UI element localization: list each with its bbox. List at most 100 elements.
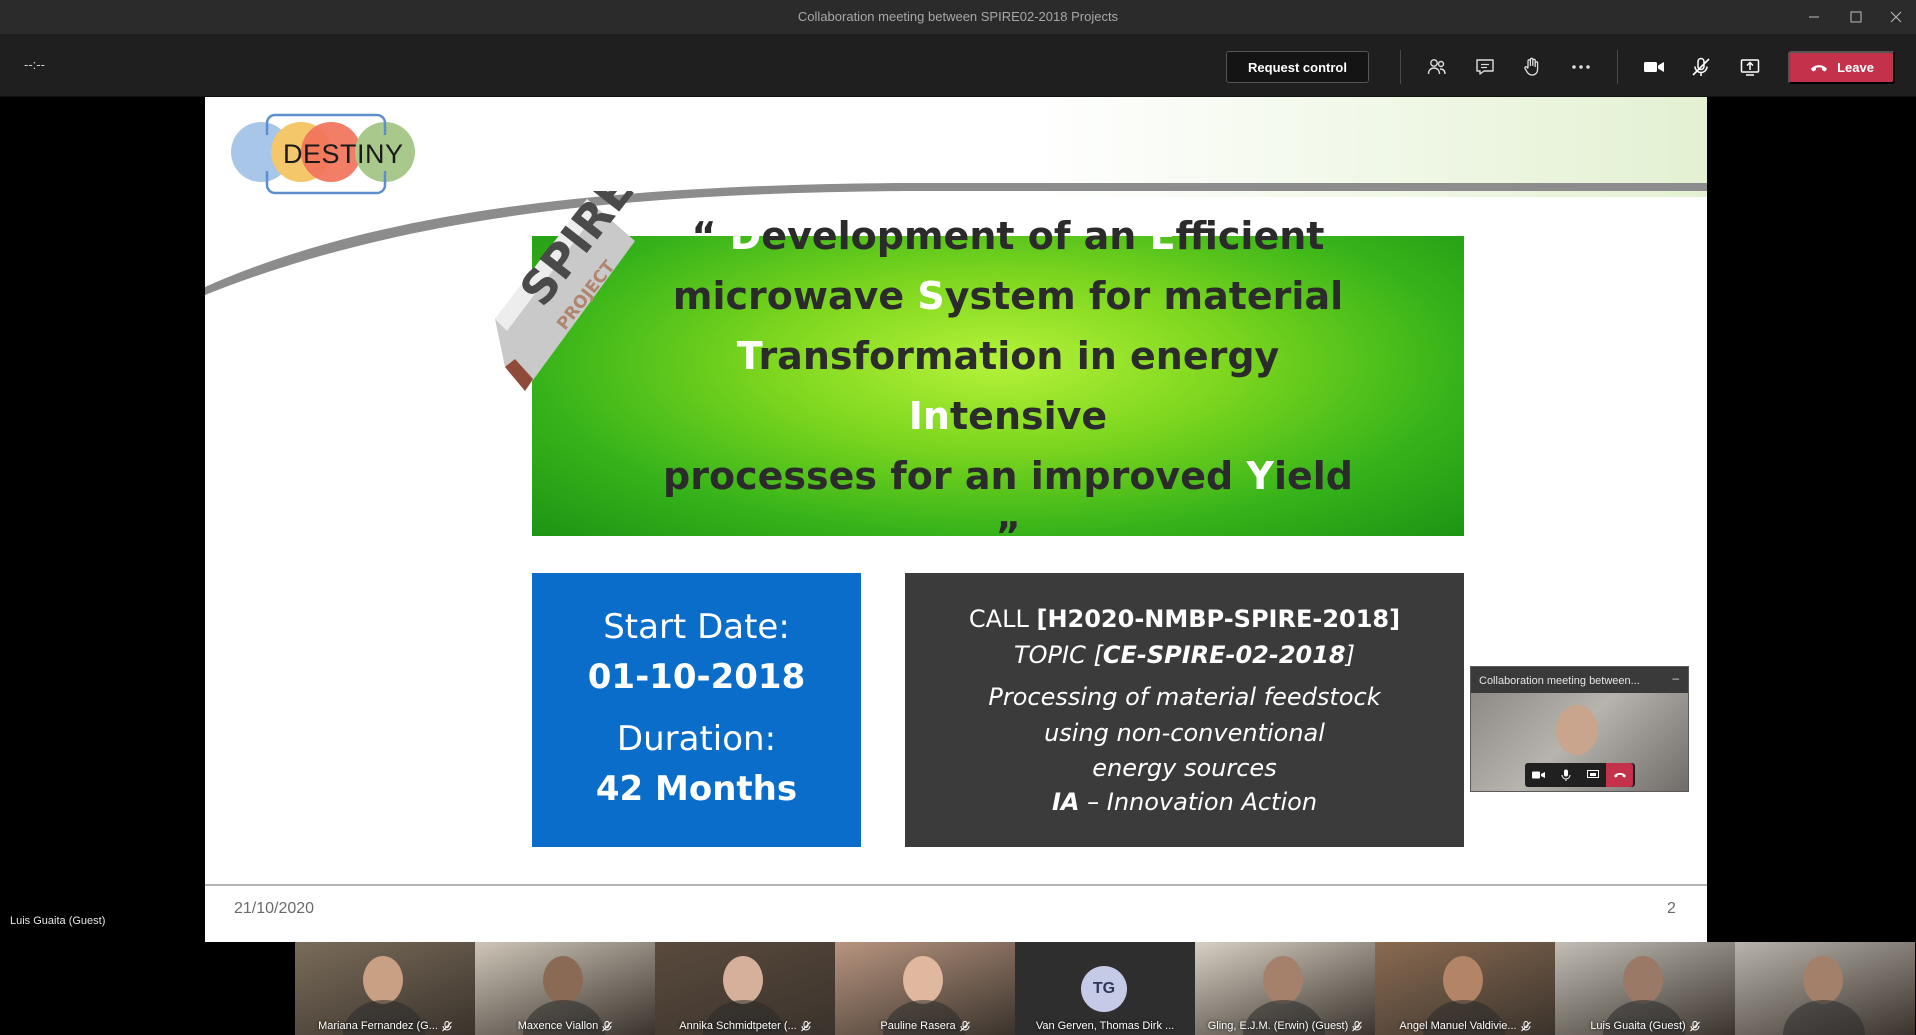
participant-name: Maxence Viallon bbox=[517, 1020, 599, 1032]
participant-tile[interactable]: TG Van Gerven, Thomas Dirk ... bbox=[1015, 942, 1195, 1035]
acronym-letter: Y bbox=[1246, 454, 1274, 498]
participants-icon bbox=[1427, 59, 1446, 75]
meeting-toolbar: --:-- Request control Leave bbox=[0, 34, 1916, 97]
acronym-letter: E bbox=[1149, 214, 1176, 258]
participant-tile[interactable] bbox=[1735, 942, 1915, 1035]
more-actions-button[interactable] bbox=[1567, 53, 1595, 81]
title-text: fficient bbox=[1175, 214, 1325, 258]
participant-name-row: Annika Schmidtpeter (... bbox=[655, 1020, 835, 1032]
mic-muted-icon bbox=[1520, 1020, 1531, 1031]
mic-toggle-button[interactable] bbox=[1687, 53, 1715, 81]
meeting-timer: --:-- bbox=[24, 57, 45, 72]
project-title-box: “ Development of an Efficient microwave S… bbox=[532, 214, 1464, 558]
participant-tile[interactable]: Mariana Fernandez (G... bbox=[295, 942, 475, 1035]
show-participants-button[interactable] bbox=[1423, 53, 1451, 81]
camera-icon bbox=[1531, 771, 1545, 779]
duration-label: Duration: bbox=[616, 719, 777, 759]
slide-page-number: 2 bbox=[1667, 900, 1676, 917]
participant-video bbox=[1803, 956, 1843, 1004]
toolbar-divider bbox=[1400, 50, 1401, 84]
topic-value: CE-SPIRE-02-2018 bbox=[1102, 641, 1346, 669]
description-line-1: Processing of material feedstock bbox=[988, 683, 1381, 711]
hang-up-icon bbox=[1613, 773, 1626, 778]
maximize-button[interactable] bbox=[1836, 0, 1876, 34]
acronym-letter: D bbox=[729, 214, 762, 258]
raise-hand-icon bbox=[1524, 57, 1539, 76]
participant-video bbox=[1623, 956, 1663, 1004]
participant-name: Luis Guaita (Guest) bbox=[1590, 1020, 1686, 1032]
mic-muted-icon bbox=[1692, 57, 1710, 76]
title-text: processes for an improved bbox=[663, 454, 1247, 498]
topic-prefix: TOPIC [ bbox=[1014, 641, 1103, 669]
participant-name: Annika Schmidtpeter (... bbox=[679, 1020, 797, 1032]
participant-avatar: TG bbox=[1081, 966, 1127, 1012]
show-conversation-button[interactable] bbox=[1471, 53, 1499, 81]
participant-tile[interactable]: Angel Manuel Valdivie... bbox=[1375, 942, 1555, 1035]
call-line: CALL [H2020-NMBP-SPIRE-2018] bbox=[905, 605, 1464, 633]
share-tray-button[interactable] bbox=[1736, 53, 1764, 81]
close-icon bbox=[1890, 11, 1902, 23]
participant-tile[interactable]: Gling, E.J.M. (Erwin) (Guest) bbox=[1195, 942, 1375, 1035]
project-title-line: microwave System for material bbox=[648, 266, 1368, 326]
description-line-2: using non-conventional bbox=[1044, 719, 1325, 747]
participant-tile[interactable]: Luis Guaita (Guest) bbox=[1555, 942, 1735, 1035]
participant-name: Mariana Fernandez (G... bbox=[318, 1020, 438, 1032]
leave-button[interactable]: Leave bbox=[1788, 51, 1895, 84]
start-date-label: Start Date: bbox=[603, 607, 790, 647]
raise-hand-button[interactable] bbox=[1518, 53, 1546, 81]
project-title-line: processes for an improved Yield ” bbox=[648, 446, 1368, 566]
mic-icon bbox=[1561, 769, 1570, 781]
start-date-value: 01-10-2018 bbox=[587, 657, 806, 697]
participant-tile[interactable]: Pauline Rasera bbox=[835, 942, 1015, 1035]
participant-name-row: Van Gerven, Thomas Dirk ... bbox=[1015, 1020, 1195, 1032]
mini-hang-up-button[interactable] bbox=[1606, 763, 1633, 787]
participant-name-row: Angel Manuel Valdivie... bbox=[1375, 1020, 1555, 1032]
minimize-button[interactable] bbox=[1794, 0, 1834, 34]
minimize-icon bbox=[1809, 16, 1819, 18]
participant-video bbox=[543, 956, 583, 1004]
share-screen-icon bbox=[1586, 770, 1599, 778]
request-control-button[interactable]: Request control bbox=[1226, 51, 1369, 83]
mic-muted-icon bbox=[602, 1020, 613, 1031]
participant-video bbox=[723, 956, 763, 1004]
toolbar-divider bbox=[1617, 50, 1618, 84]
share-tray-icon bbox=[1740, 59, 1760, 76]
mini-share-button[interactable] bbox=[1579, 763, 1606, 787]
logo-text: DESTINY bbox=[283, 139, 404, 169]
participant-name: Pauline Rasera bbox=[880, 1020, 956, 1032]
mic-muted-icon bbox=[442, 1020, 452, 1031]
participant-tile[interactable]: Maxence Viallon bbox=[475, 942, 655, 1035]
call-prefix: CALL bbox=[968, 605, 1037, 633]
slide-footer-divider bbox=[205, 884, 1707, 886]
mic-muted-icon bbox=[800, 1020, 811, 1031]
participant-name-row: Mariana Fernandez (G... bbox=[295, 1020, 475, 1032]
camera-toggle-button[interactable] bbox=[1640, 53, 1668, 81]
project-title-line: Transformation in energy Intensive bbox=[648, 326, 1368, 446]
participant-video-body bbox=[1783, 1000, 1865, 1035]
innovation-action-line: IA – Innovation Action bbox=[905, 788, 1464, 816]
mini-mic-button[interactable] bbox=[1552, 763, 1579, 787]
acronym-letter: In bbox=[908, 394, 950, 438]
mini-window-minimize[interactable]: – bbox=[1672, 671, 1679, 685]
chat-icon bbox=[1476, 59, 1494, 75]
project-title-text: “ Development of an Efficient microwave S… bbox=[648, 206, 1368, 566]
close-window-button[interactable] bbox=[1876, 0, 1916, 34]
participant-name: Van Gerven, Thomas Dirk ... bbox=[1035, 1020, 1175, 1032]
slide-date: 21/10/2020 bbox=[234, 900, 315, 917]
participant-name: Gling, E.J.M. (Erwin) (Guest) bbox=[1207, 1020, 1349, 1032]
title-text: tensive bbox=[950, 394, 1108, 438]
acronym-letter: T bbox=[736, 334, 759, 378]
description-line-3: energy sources bbox=[1092, 754, 1277, 782]
mini-window-title: Collaboration meeting between... bbox=[1479, 675, 1640, 687]
mic-muted-icon bbox=[1352, 1020, 1363, 1031]
topic-suffix: ] bbox=[1345, 641, 1355, 669]
project-title-line: “ Development of an Efficient bbox=[648, 206, 1368, 266]
call-value: [H2020-NMBP-SPIRE-2018] bbox=[1036, 605, 1401, 633]
mini-camera-button[interactable] bbox=[1525, 763, 1552, 787]
participant-name-row: Luis Guaita (Guest) bbox=[1555, 1020, 1735, 1032]
meeting-mini-window[interactable]: Collaboration meeting between... – bbox=[1470, 666, 1689, 792]
participant-name-row: Pauline Rasera bbox=[835, 1020, 1015, 1032]
participant-tile[interactable]: Annika Schmidtpeter (... bbox=[655, 942, 835, 1035]
shared-slide: DESTINY “ Development of an Efficient mic… bbox=[205, 97, 1707, 942]
hang-up-icon bbox=[1811, 64, 1828, 71]
